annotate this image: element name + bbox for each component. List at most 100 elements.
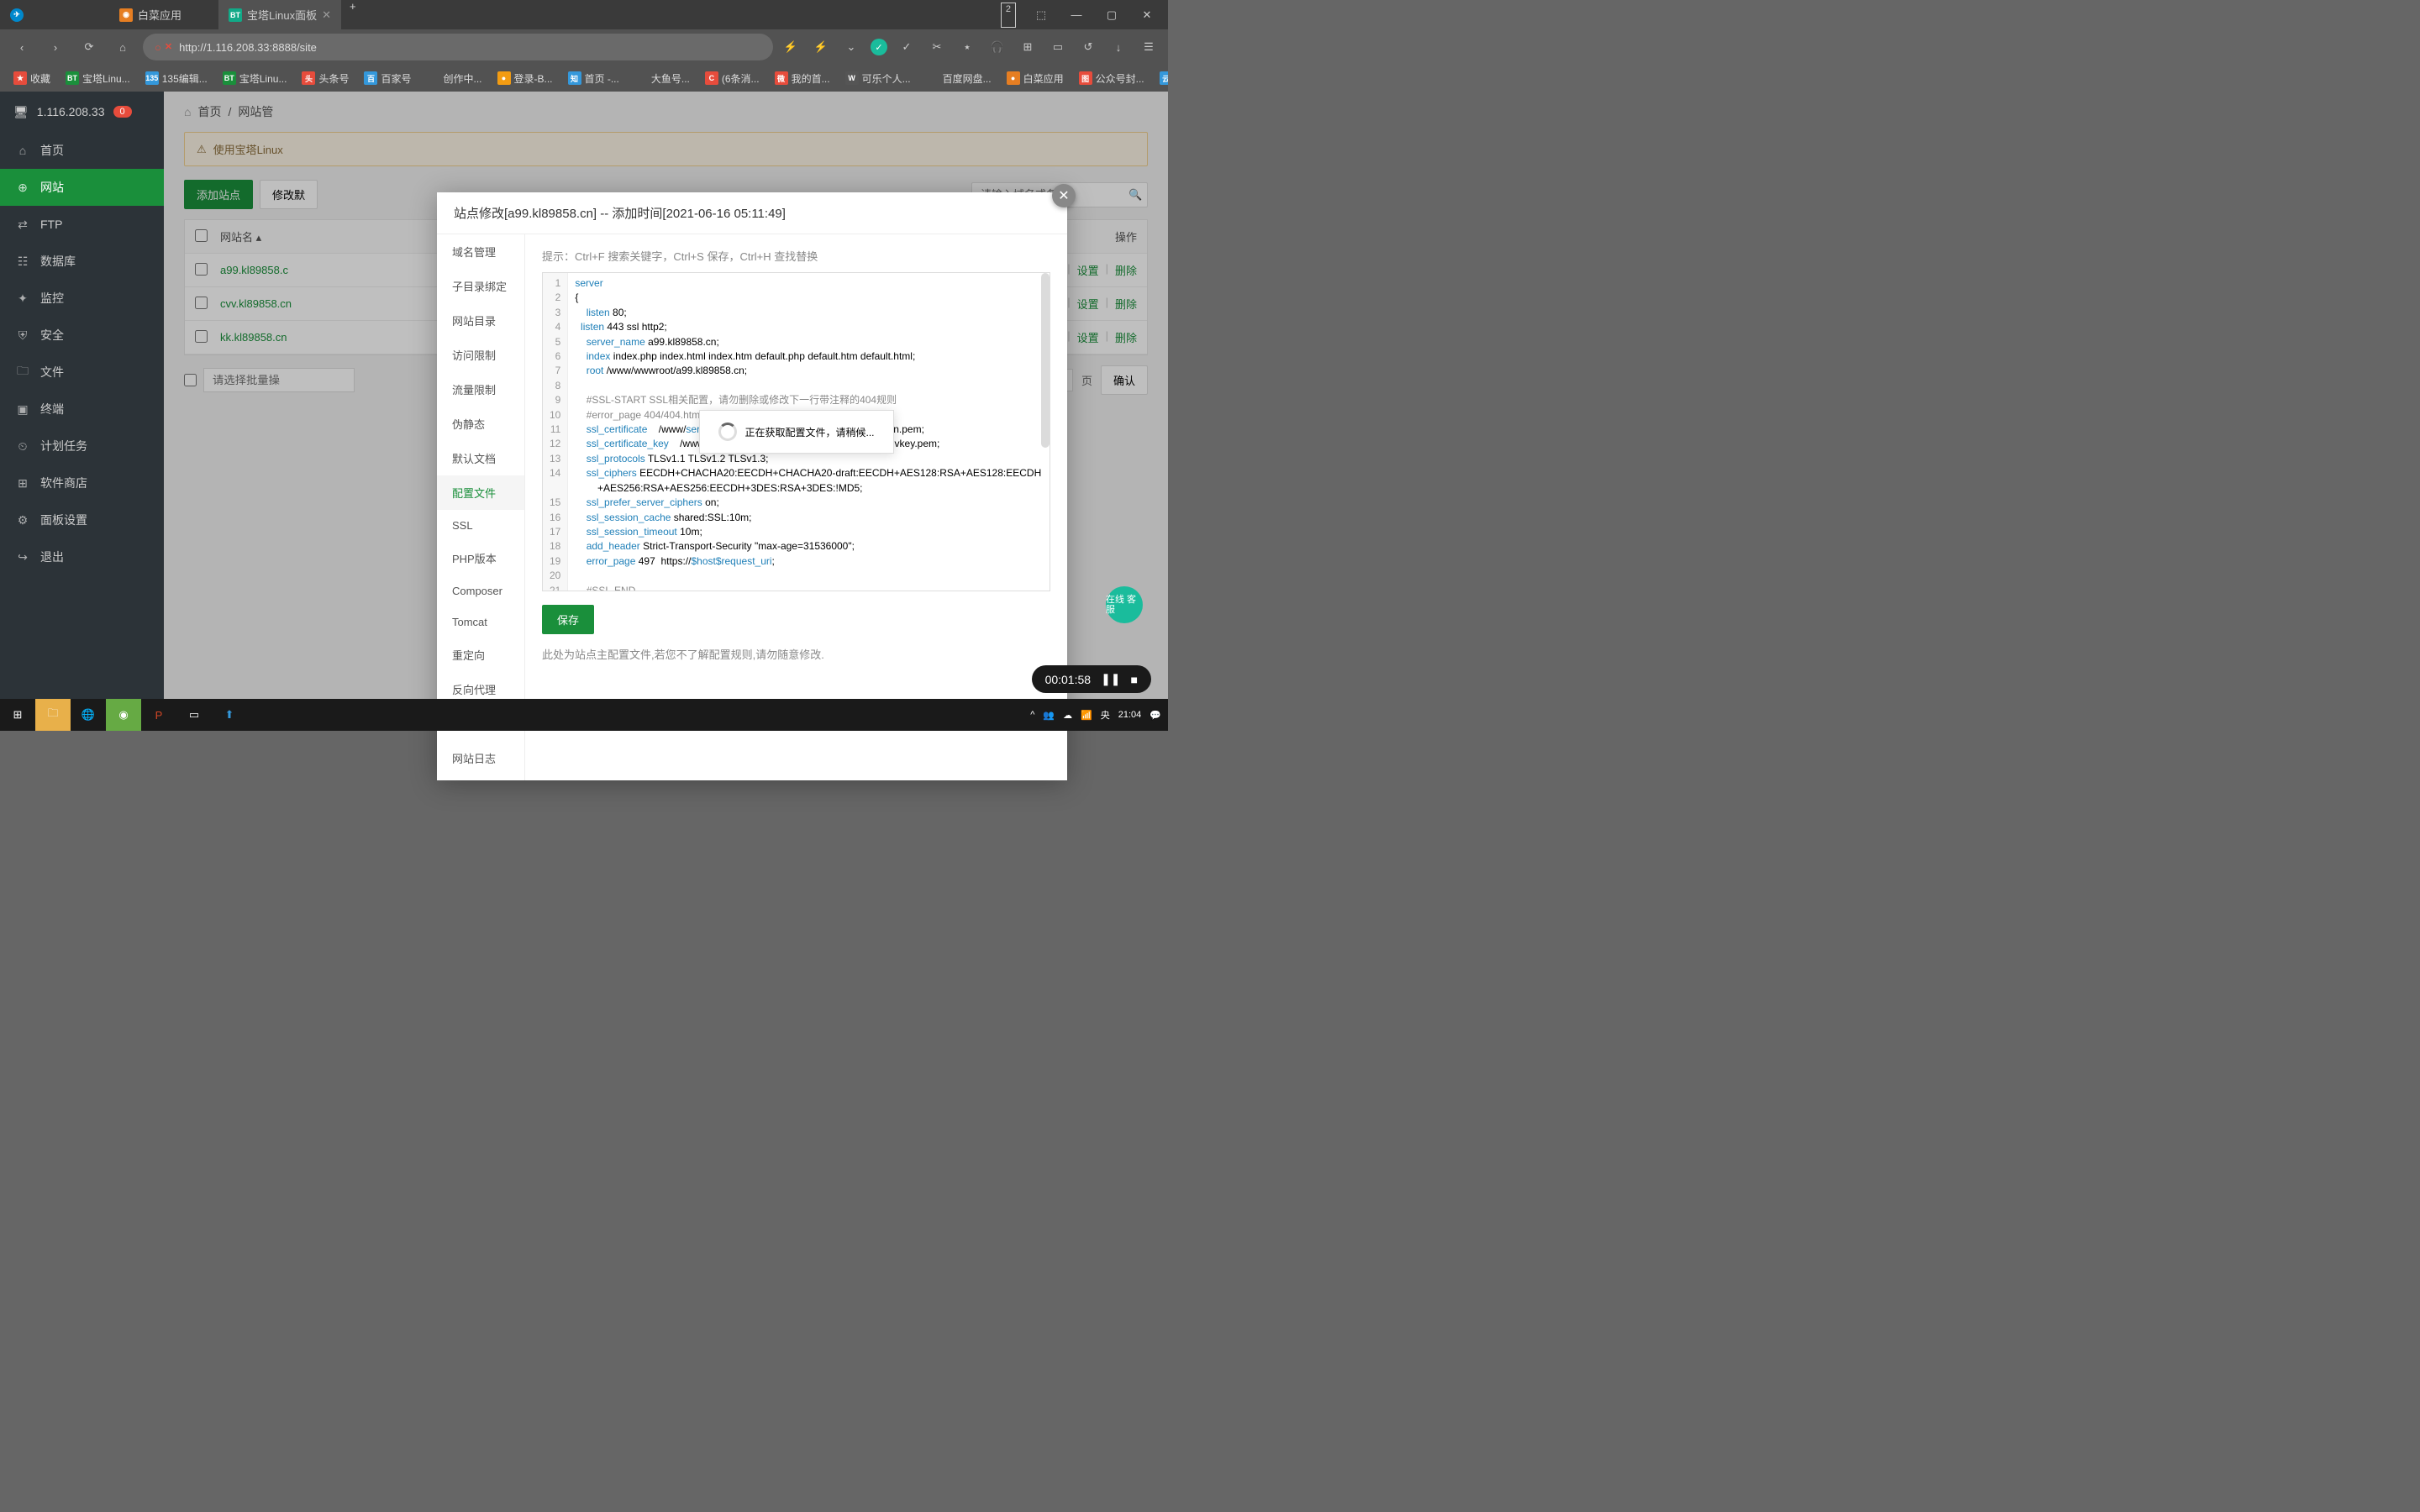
modal-tab-10[interactable]: Composer (437, 575, 524, 606)
bookmark-item[interactable]: 图公众号封... (1074, 70, 1150, 87)
taskbar-app3[interactable]: ⬆ (212, 699, 247, 731)
new-tab-button[interactable]: + (341, 0, 365, 29)
back-button[interactable]: ‹ (8, 34, 35, 60)
modal-tab-9[interactable]: PHP版本 (437, 541, 524, 575)
check-icon[interactable]: ✓ (896, 36, 918, 58)
modal-tab-6[interactable]: 默认文档 (437, 441, 524, 475)
bookmark-item[interactable]: 百百家号 (359, 70, 416, 87)
modal-tab-0[interactable]: 域名管理 (437, 234, 524, 269)
lightning-icon[interactable]: ⚡ (780, 36, 802, 58)
bookmark-item[interactable]: 知首页 -... (563, 70, 624, 87)
modal-tab-12[interactable]: 重定向 (437, 638, 524, 672)
flash-icon[interactable]: ⚡ (810, 36, 832, 58)
bookmark-item[interactable]: 135135编辑... (140, 70, 213, 87)
close-button[interactable]: ✕ (1130, 3, 1164, 28)
bookmark-item[interactable]: 大鱼号... (629, 70, 695, 87)
sidebar-item-FTP[interactable]: ⇄FTP (0, 206, 164, 243)
apps-icon[interactable]: ⊞ (1017, 36, 1039, 58)
modal-tab-1[interactable]: 子目录绑定 (437, 269, 524, 303)
recording-indicator: 00:01:58 ❚❚ ■ (1032, 665, 1151, 693)
bookmark-icon[interactable]: ⭑ (956, 36, 978, 58)
taskbar-time[interactable]: 21:04 (1118, 710, 1142, 720)
sidebar-item-面板设置[interactable]: ⚙面板设置 (0, 501, 164, 538)
modal-tab-7[interactable]: 配置文件 (437, 475, 524, 510)
bookmark-item[interactable]: BT宝塔Linu... (218, 70, 292, 87)
scissors-icon[interactable]: ✂ (926, 36, 948, 58)
pause-icon[interactable]: ❚❚ (1101, 672, 1120, 686)
ime-indicator[interactable]: 央 (1101, 708, 1110, 722)
menu-icon: ⚙ (15, 513, 30, 528)
sidebar-item-网站[interactable]: ⊕网站 (0, 169, 164, 206)
close-icon[interactable]: ✕ (322, 8, 331, 22)
history-icon[interactable]: ↺ (1077, 36, 1099, 58)
online-support-badge[interactable]: 在线 客服 (1106, 586, 1143, 623)
minimize-button[interactable]: — (1060, 3, 1093, 28)
tray-people-icon[interactable]: 👥 (1043, 710, 1055, 721)
maximize-button[interactable]: ▢ (1095, 3, 1128, 28)
site-modal: 站点修改[a99.kl89858.cn] -- 添加时间[2021-06-16 … (437, 192, 1067, 780)
scrollbar[interactable] (1041, 273, 1050, 448)
tray-up-icon[interactable]: ^ (1030, 710, 1034, 720)
bookmark-item[interactable]: 微我的首... (770, 70, 835, 87)
bookmark-item[interactable]: 头头条号 (297, 70, 354, 87)
download-icon[interactable]: ↓ (1107, 36, 1129, 58)
bookmark-item[interactable]: 百度网盘... (921, 70, 997, 87)
taskbar-edge[interactable]: 🌐 (71, 699, 106, 731)
modal-tab-11[interactable]: Tomcat (437, 606, 524, 638)
modal-tab-4[interactable]: 流量限制 (437, 372, 524, 407)
sidebar-item-终端[interactable]: ▣终端 (0, 391, 164, 428)
browser-tab-baicai[interactable]: ◉ 白菜应用 (109, 0, 218, 29)
notification-badge[interactable]: 0 (113, 106, 132, 118)
modal-tab-3[interactable]: 访问限制 (437, 338, 524, 372)
modal-tab-2[interactable]: 网站目录 (437, 303, 524, 338)
extension-icon[interactable]: ⬚ (1024, 3, 1058, 28)
bookmark-item[interactable]: C(6条消... (700, 70, 765, 87)
bookmark-item[interactable]: 创作中... (421, 70, 487, 87)
home-button[interactable]: ⌂ (109, 34, 136, 60)
sidebar-item-文件[interactable]: 🗀文件 (0, 354, 164, 391)
modal-tab-15[interactable]: 网站日志 (437, 741, 524, 775)
sidebar-item-监控[interactable]: ✦监控 (0, 280, 164, 317)
taskbar-powerpoint[interactable]: P (141, 699, 176, 731)
forward-button[interactable]: › (42, 34, 69, 60)
sidebar-item-数据库[interactable]: ☷数据库 (0, 243, 164, 280)
modal-close-button[interactable]: ✕ (1052, 184, 1076, 207)
recording-time: 00:01:58 (1045, 673, 1092, 686)
chevron-down-icon[interactable]: ⌄ (840, 36, 862, 58)
sidebar-item-计划任务[interactable]: ⏲计划任务 (0, 428, 164, 465)
bookmark-item[interactable]: 云腾讯云 (1155, 70, 1168, 87)
panel-header: 🖥 1.116.208.33 0 (0, 92, 164, 132)
refresh-button[interactable]: ⟳ (76, 34, 103, 60)
stop-icon[interactable]: ■ (1131, 673, 1138, 686)
bookmark-item[interactable]: BT宝塔Linu... (60, 70, 135, 87)
code-editor[interactable]: 1234567891011121314 15161718192021 serve… (542, 272, 1050, 591)
panel-sidebar: 🖥 1.116.208.33 0 ⌂首页⊕网站⇄FTP☷数据库✦监控⛨安全🗀文件… (0, 92, 164, 699)
modal-tab-5[interactable]: 伪静态 (437, 407, 524, 441)
sidebar-item-首页[interactable]: ⌂首页 (0, 132, 164, 169)
video-icon[interactable]: ▭ (1047, 36, 1069, 58)
url-bar[interactable]: ○ ✕ http://1.116.208.33:8888/site (143, 34, 773, 60)
sidebar-item-安全[interactable]: ⛨安全 (0, 317, 164, 354)
check-badge-icon[interactable]: ✓ (871, 39, 887, 55)
bookmark-item[interactable]: ★收藏 (8, 70, 55, 87)
tray-cloud-icon[interactable]: ☁ (1063, 710, 1072, 721)
menu-icon[interactable]: ☰ (1138, 36, 1160, 58)
sidebar-item-软件商店[interactable]: ⊞软件商店 (0, 465, 164, 501)
browser-tab-telegram[interactable]: ✈ (0, 0, 109, 29)
modal-tab-8[interactable]: SSL (437, 510, 524, 541)
taskbar-explorer[interactable]: 🗀 (35, 699, 71, 731)
menu-icon: ⊕ (15, 181, 30, 195)
sidebar-item-退出[interactable]: ↪退出 (0, 538, 164, 575)
taskbar-app2[interactable]: ▭ (176, 699, 212, 731)
start-button[interactable]: ⊞ (0, 699, 35, 731)
tray-wifi-icon[interactable]: 📶 (1081, 710, 1092, 721)
save-button[interactable]: 保存 (542, 605, 594, 634)
browser-tab-baota[interactable]: BT 宝塔Linux面板 ✕ (218, 0, 341, 29)
notifications-icon[interactable]: 💬 (1150, 710, 1161, 721)
bookmark-item[interactable]: ●登录-B... (492, 70, 558, 87)
bookmark-item[interactable]: ●白菜应用 (1002, 70, 1069, 87)
bookmark-item[interactable]: W可乐个人... (840, 70, 916, 87)
taskbar-app1[interactable]: ◉ (106, 699, 141, 731)
bookmark-bar: ★收藏 BT宝塔Linu... 135135编辑... BT宝塔Linu... 头头条号… (0, 65, 1168, 92)
headphones-icon[interactable]: 🎧 (986, 36, 1008, 58)
